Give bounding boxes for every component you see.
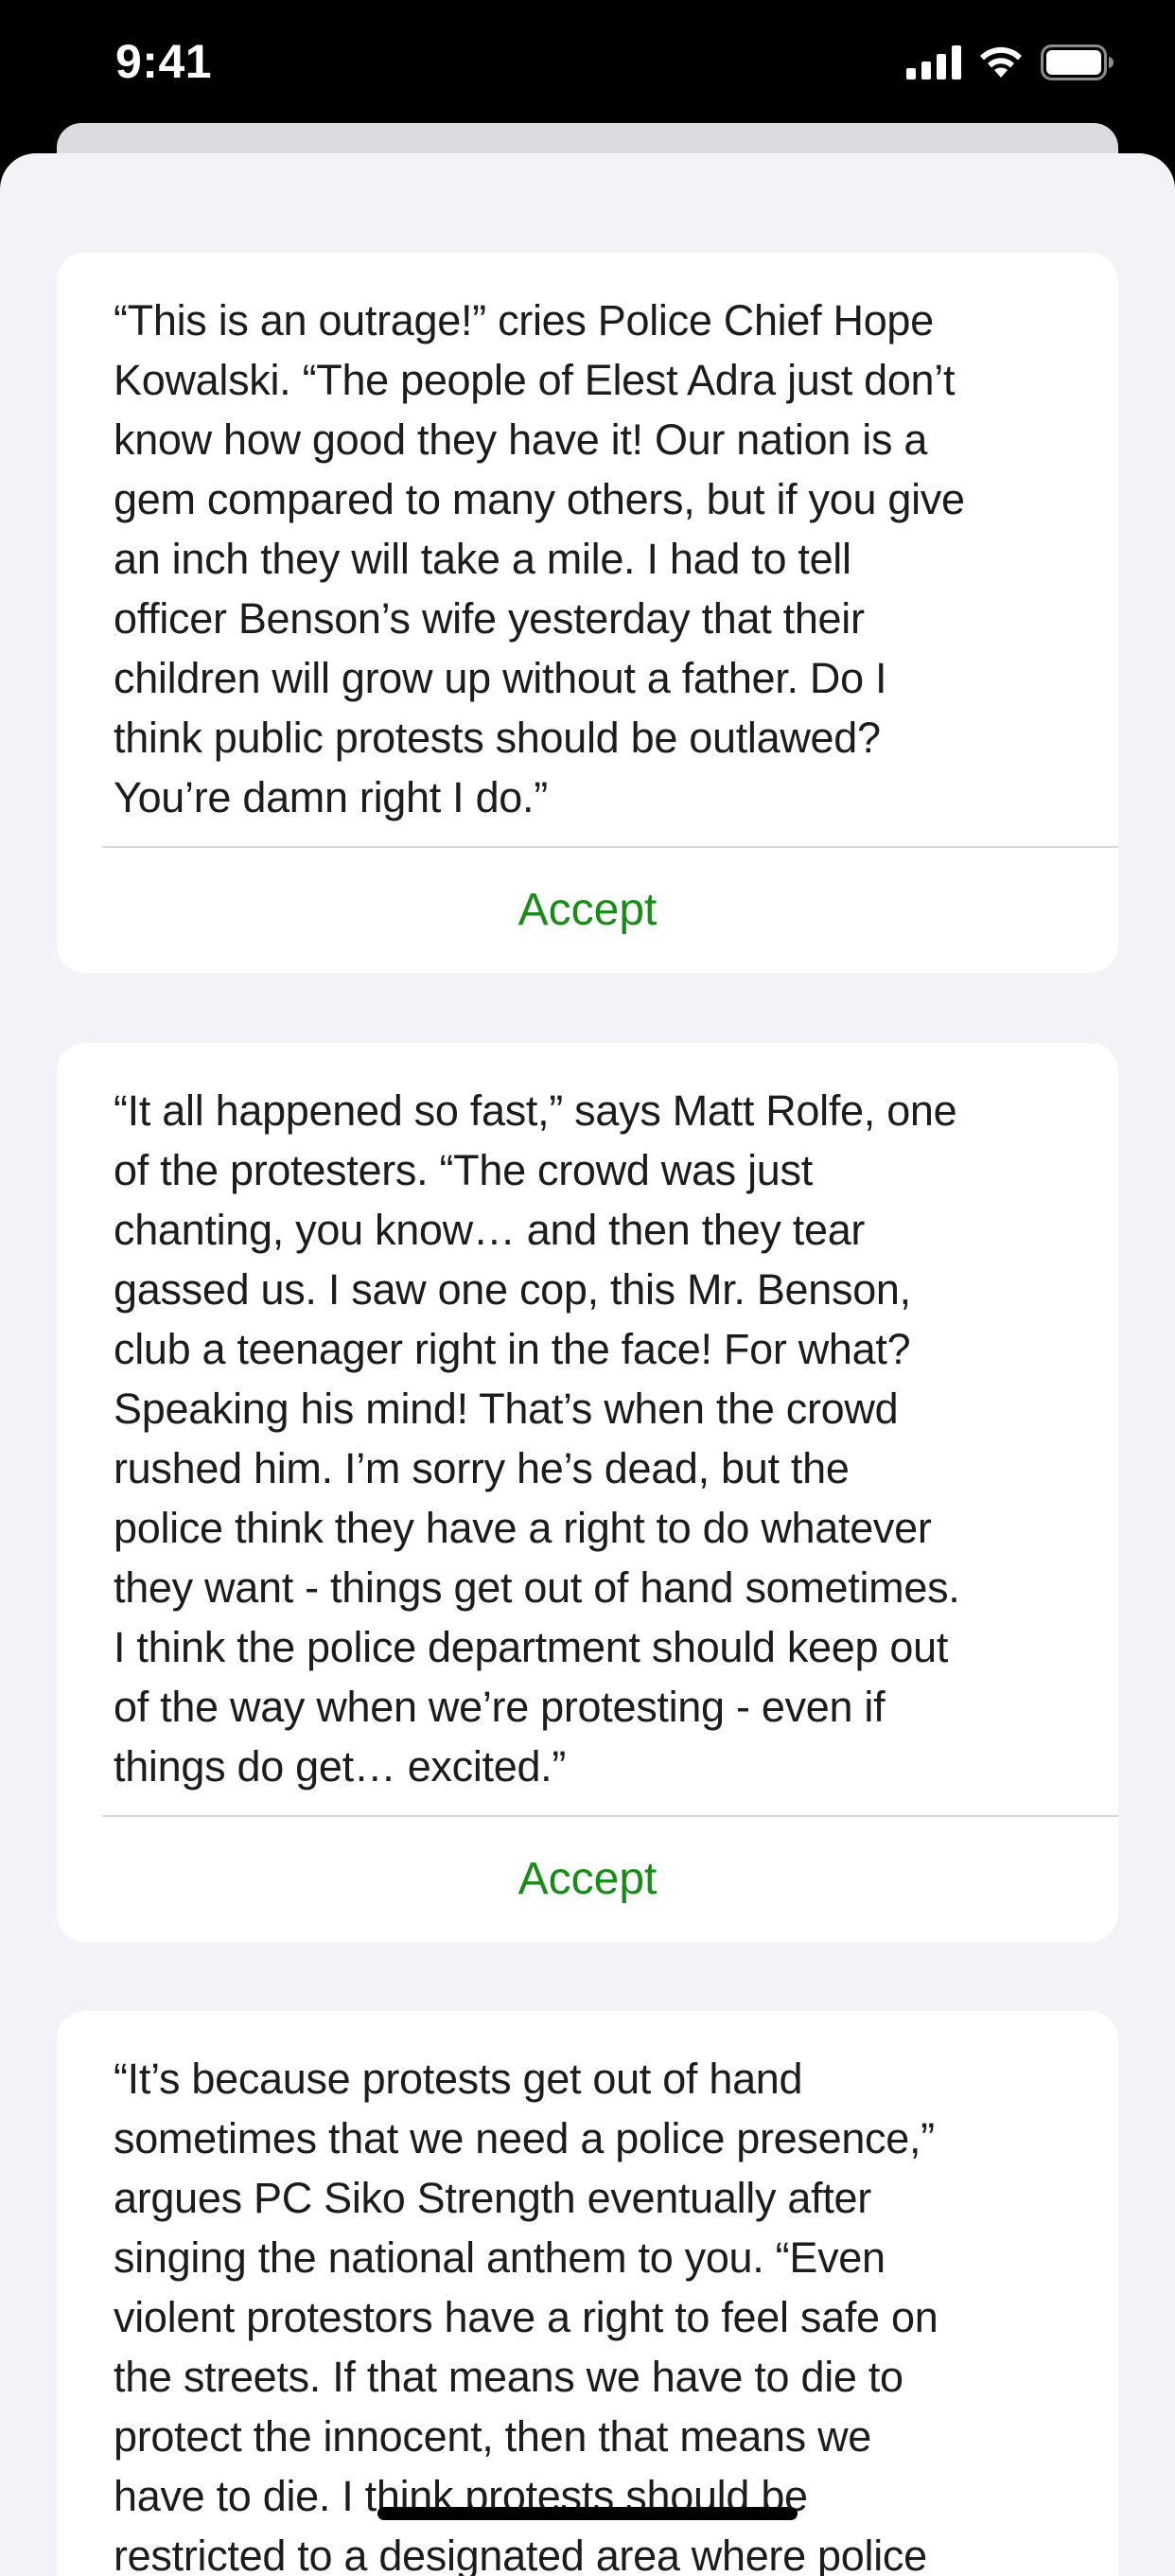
statement-text: “It all happened so fast,” says Matt Rol… — [114, 1086, 960, 1791]
status-time: 9:41 — [115, 35, 213, 88]
statement-card: “This is an outrage!” cries Police Chief… — [57, 253, 1118, 973]
statement-text: “It’s because protests get out of hand s… — [114, 2055, 938, 2576]
accept-button[interactable]: Accept — [57, 848, 1118, 973]
statement-card: “It all happened so fast,” says Matt Rol… — [57, 1043, 1118, 1942]
statement-card: “It’s because protests get out of hand s… — [57, 2011, 1118, 2576]
accept-button[interactable]: Accept — [57, 1817, 1118, 1942]
status-bar: 9:41 — [0, 0, 1175, 128]
modal-sheet[interactable]: “This is an outrage!” cries Police Chief… — [0, 153, 1175, 2576]
home-indicator[interactable] — [377, 2507, 798, 2520]
statement-text: “This is an outrage!” cries Police Chief… — [114, 296, 965, 821]
cellular-signal-icon — [906, 45, 961, 79]
status-icons — [906, 44, 1114, 81]
battery-icon — [1041, 44, 1114, 80]
wifi-icon — [980, 46, 1022, 78]
